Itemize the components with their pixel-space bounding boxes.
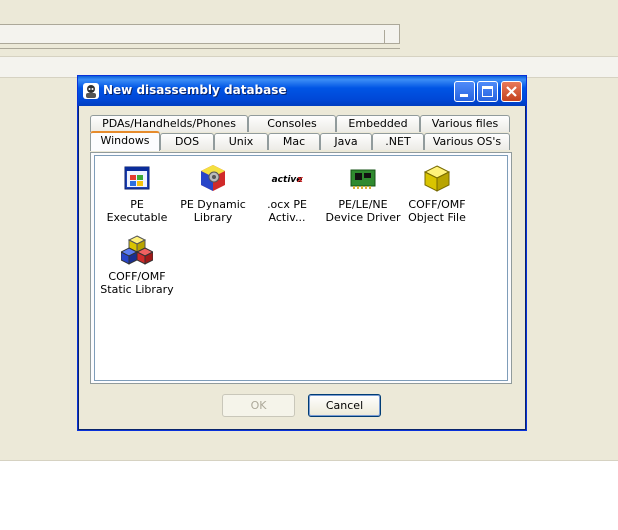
tab-mac[interactable]: Mac (268, 133, 320, 150)
item-label-line1: PE Dynamic (180, 198, 246, 211)
tab-embedded[interactable]: Embedded (336, 115, 420, 132)
tab-consoles[interactable]: Consoles (248, 115, 336, 132)
tab-various-os[interactable]: Various OS's (424, 133, 510, 150)
tab-panel: PE Executable PE Dynamic Library active … (90, 152, 512, 384)
item-label-line2: Device Driver (325, 211, 401, 224)
list-item-device-driver[interactable]: PE/LE/NE Device Driver (325, 162, 401, 224)
dialog-titlebar[interactable]: New disassembly database (78, 76, 526, 106)
list-item-coff-omf-object[interactable]: COFF/OMF Object File (399, 162, 475, 224)
device-driver-icon (347, 162, 379, 194)
tab-windows[interactable]: Windows (90, 131, 160, 151)
activex-icon: active x (271, 162, 304, 194)
item-label-line2: Library (193, 211, 233, 224)
grip-handle[interactable] (384, 30, 395, 44)
item-label-line1: COFF/OMF (108, 270, 166, 283)
static-library-icon (119, 234, 155, 266)
item-label-line1: PE Executable (106, 198, 168, 224)
maximize-button[interactable] (477, 81, 498, 102)
tab-dotnet[interactable]: .NET (372, 133, 424, 150)
cancel-button[interactable]: Cancel (308, 394, 381, 417)
close-button[interactable] (501, 81, 522, 102)
pe-dll-icon (197, 162, 229, 194)
background-combo (0, 21, 400, 49)
background-pane (0, 460, 618, 530)
item-label-line2: Static Library (100, 283, 174, 296)
list-item-ocx-activex[interactable]: active x .ocx PE Activ... (249, 162, 325, 224)
ok-button[interactable]: OK (222, 394, 295, 417)
maximize-icon (482, 86, 493, 97)
item-label-line1: COFF/OMF (408, 198, 466, 211)
tab-various-files[interactable]: Various files (420, 115, 510, 132)
object-file-icon (421, 162, 453, 194)
list-item-pe-executable[interactable]: PE Executable (99, 162, 175, 224)
database-type-list[interactable]: PE Executable PE Dynamic Library active … (94, 155, 508, 381)
tab-dos[interactable]: DOS (160, 133, 214, 150)
close-icon (506, 86, 517, 97)
item-label-line1: .ocx PE (267, 198, 307, 211)
app-icon (83, 83, 99, 99)
tab-java[interactable]: Java (320, 133, 372, 150)
dialog-title: New disassembly database (103, 83, 287, 97)
item-label-line2: Activ... (268, 211, 306, 224)
list-item-pe-dll[interactable]: PE Dynamic Library (175, 162, 251, 224)
pe-executable-icon (121, 162, 153, 194)
svg-text:x: x (296, 175, 303, 185)
item-label-line1: PE/LE/NE (338, 198, 388, 211)
tab-unix[interactable]: Unix (214, 133, 268, 150)
item-label-line2: Object File (408, 211, 466, 224)
minimize-icon (460, 94, 468, 97)
list-item-coff-omf-static-library[interactable]: COFF/OMF Static Library (99, 234, 175, 296)
background-combo-field[interactable] (0, 24, 400, 44)
minimize-button[interactable] (454, 81, 475, 102)
new-database-dialog: New disassembly database PDAs/Handhelds/… (77, 75, 527, 431)
tab-pdas-handhelds-phones[interactable]: PDAs/Handhelds/Phones (90, 115, 248, 132)
